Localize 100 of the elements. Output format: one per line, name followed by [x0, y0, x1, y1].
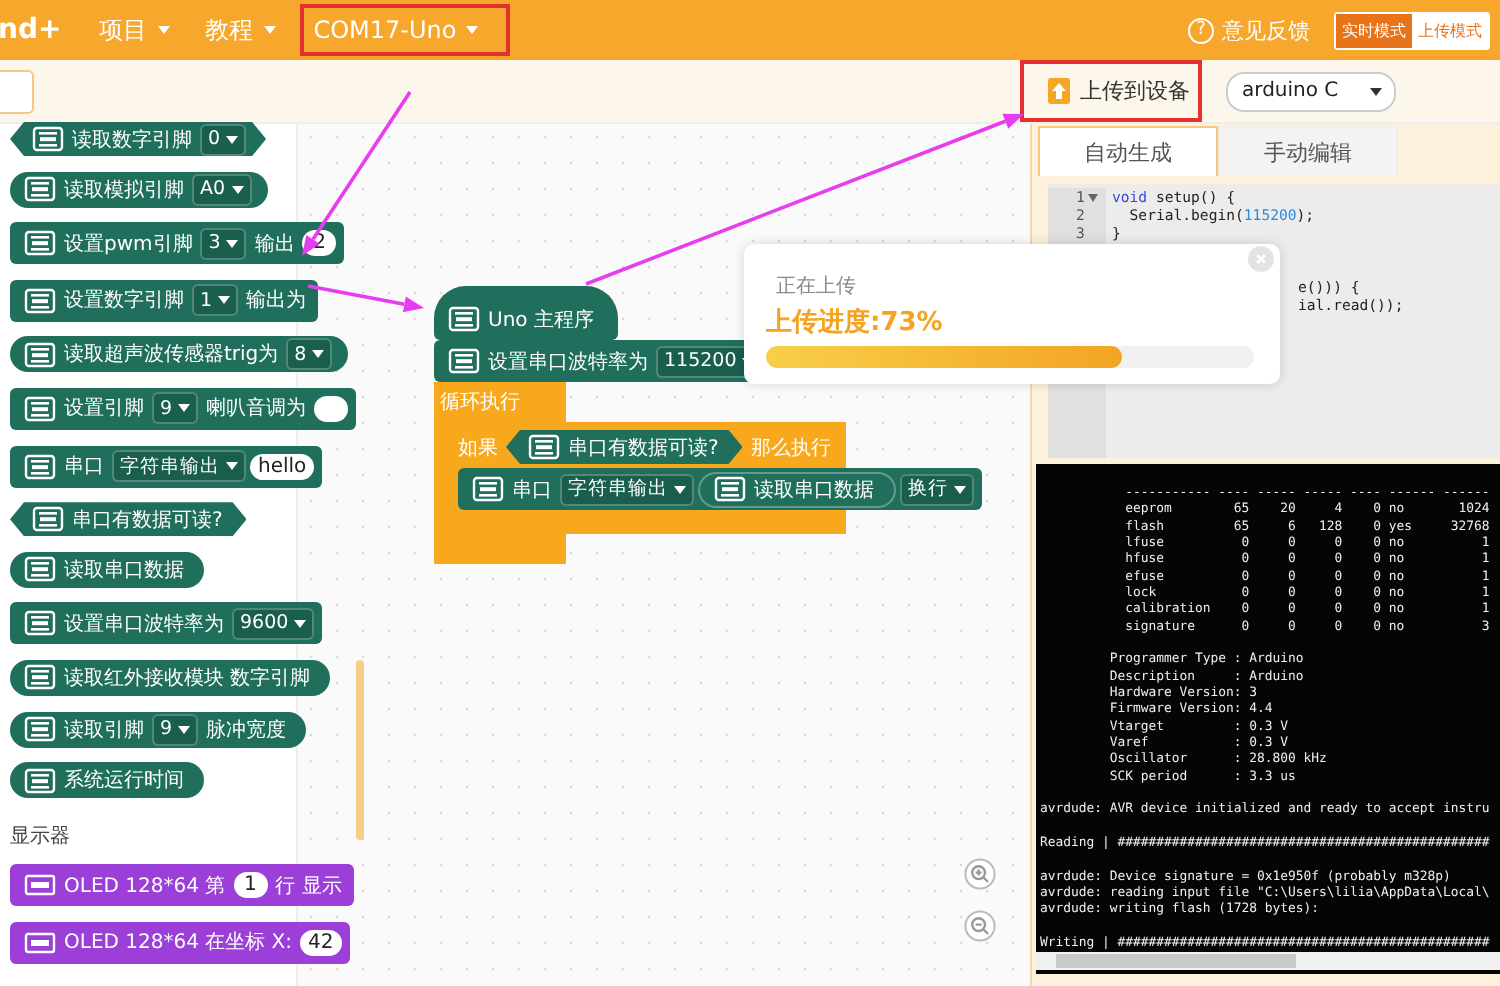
- block-label: 输出: [254, 231, 295, 258]
- block-label: 设置串口波特率为: [64, 611, 224, 638]
- code-block[interactable]: 系统运行时间: [10, 762, 204, 799]
- caret-icon: [294, 619, 307, 628]
- code-block[interactable]: 读取红外接收模块 数字引脚: [10, 659, 331, 696]
- block-label: 读取数字引脚: [72, 127, 192, 153]
- zoom-in-icon[interactable]: [964, 858, 996, 890]
- caret-icon: [312, 350, 325, 359]
- board-icon: [24, 453, 56, 480]
- annotation-arrow: [307, 284, 424, 313]
- block-label: 循环执行: [438, 389, 522, 418]
- loop-block[interactable]: 循环执行 如果 串口有数据可读? 那么执行 串口 字符串输出 读取串口数据 换行: [434, 382, 982, 564]
- block-label: 脉冲宽度: [206, 717, 287, 744]
- logo: nd+: [0, 14, 62, 46]
- dropdown[interactable]: 9600: [232, 607, 315, 640]
- board-icon: [448, 348, 480, 374]
- block-label: OLED 128*64 第: [64, 873, 226, 900]
- caret-icon: [466, 26, 479, 34]
- board-icon: [528, 434, 560, 460]
- code-block[interactable]: 读取超声波传感器trig为 8: [10, 336, 349, 373]
- code-block[interactable]: 串口 字符串输出 读取串口数据 换行: [458, 468, 982, 510]
- block-label: 设置数字引脚: [64, 287, 184, 315]
- block-label: 设置串口波特率为: [488, 349, 648, 375]
- block-label: 串口有数据可读?: [72, 507, 223, 534]
- block-label: 读取串口数据: [754, 477, 874, 503]
- dropdown[interactable]: A0: [192, 173, 252, 206]
- dropdown[interactable]: 字符串输出: [560, 473, 694, 505]
- block-label: 设置引脚: [64, 395, 144, 423]
- section-heading: 显示器: [10, 823, 70, 850]
- caret-icon: [226, 239, 239, 248]
- code-block[interactable]: 设置串口波特率为 9600: [10, 602, 323, 645]
- code-block[interactable]: 设置数字引脚 1 输出为: [10, 279, 319, 322]
- dropdown[interactable]: 9: [152, 392, 199, 425]
- board-icon: [24, 341, 56, 368]
- block-label: 读取超声波传感器trig为: [64, 341, 279, 369]
- block-label: 设置pwm引脚: [64, 231, 193, 258]
- board-icon: [24, 395, 56, 422]
- code-block[interactable]: 读取引脚 9 脉冲宽度: [10, 711, 307, 748]
- board-icon: [24, 664, 56, 691]
- value-field[interactable]: 42: [300, 929, 342, 956]
- block-label: 如果: [456, 435, 500, 461]
- code-block[interactable]: 串口有数据可读?: [10, 502, 247, 537]
- caret-icon: [157, 26, 170, 34]
- block-label: 系统运行时间: [64, 767, 184, 795]
- code-block[interactable]: 读取串口数据: [698, 471, 896, 507]
- board-icon: [24, 767, 56, 794]
- value-field[interactable]: 1: [233, 872, 268, 899]
- screen-icon: [24, 929, 56, 956]
- board-icon: [32, 506, 64, 533]
- board-icon: [24, 230, 56, 257]
- code-block[interactable]: 串口有数据可读?: [506, 430, 743, 464]
- code-block[interactable]: Uno 主程序: [434, 286, 618, 340]
- block-label: 那么执行: [748, 435, 833, 461]
- caret-icon: [178, 725, 191, 734]
- caret-icon: [231, 185, 244, 194]
- board-icon: [24, 610, 56, 637]
- code-block[interactable]: 读取模拟引脚 A0: [10, 171, 268, 208]
- dropdown[interactable]: 换行: [900, 473, 974, 505]
- dropdown[interactable]: 1: [192, 284, 239, 317]
- input-field[interactable]: [0, 69, 34, 113]
- caret-icon: [1370, 87, 1382, 95]
- caret-icon: [226, 462, 238, 471]
- code-block[interactable]: 读取数字引脚 0: [10, 122, 267, 156]
- board-icon: [472, 476, 504, 502]
- board-icon: [32, 126, 64, 152]
- block-label: 读取引脚: [64, 717, 144, 744]
- upload-button[interactable]: 上传到设备: [1020, 60, 1202, 122]
- dropdown[interactable]: 3: [200, 227, 247, 260]
- caret-icon: [263, 26, 276, 34]
- caret-icon: [218, 296, 231, 305]
- zoom-out-icon[interactable]: [964, 910, 996, 942]
- tab[interactable]: 手动编辑: [1218, 126, 1398, 176]
- value-field[interactable]: hello: [250, 453, 315, 480]
- dropdown[interactable]: 8: [286, 338, 333, 371]
- caret-icon: [954, 485, 966, 493]
- board-icon: [24, 287, 56, 314]
- caret-icon: [178, 404, 191, 413]
- code-block[interactable]: 串口 字符串输出 hello: [10, 445, 323, 488]
- block-label: 输出为: [246, 287, 307, 315]
- scrollbar[interactable]: [356, 660, 364, 840]
- block-label: 读取串口数据: [64, 557, 184, 584]
- scrollbar[interactable]: [1056, 954, 1296, 968]
- fold-icon[interactable]: [1088, 193, 1099, 201]
- dropdown[interactable]: 字符串输出: [112, 450, 246, 483]
- tab[interactable]: 自动生成: [1038, 126, 1218, 176]
- code-block[interactable]: 读取串口数据: [10, 551, 204, 588]
- block-label: Uno 主程序: [488, 307, 594, 333]
- board-icon: [24, 556, 56, 583]
- code-block[interactable]: 设置引脚 9 喇叭音调为: [10, 387, 357, 430]
- value-field[interactable]: [314, 395, 349, 422]
- dropdown[interactable]: 0: [200, 123, 247, 155]
- progress-label: 上传进度:73%: [766, 305, 945, 340]
- board-icon: [714, 476, 746, 502]
- block-label: 读取模拟引脚: [64, 177, 184, 204]
- dropdown[interactable]: 9: [152, 713, 199, 746]
- language-select[interactable]: arduino C: [1226, 71, 1396, 111]
- block-label: OLED 128*64 在坐标 X:: [64, 929, 293, 957]
- code-block[interactable]: OLED 128*64 在坐标 X: 42: [10, 921, 350, 964]
- upload-icon: [1048, 78, 1070, 104]
- code-block[interactable]: OLED 128*64 第 1 行 显示: [10, 864, 354, 907]
